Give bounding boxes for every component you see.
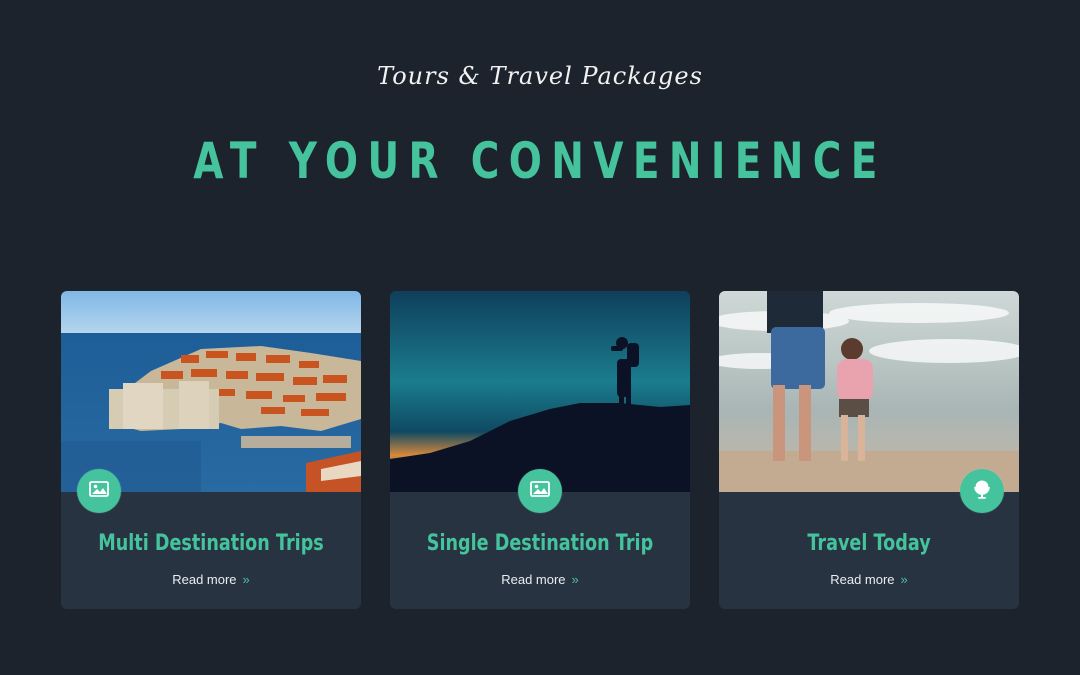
read-more-label[interactable]: Read more — [501, 572, 565, 587]
card-title[interactable]: Single Destination Trip — [420, 531, 660, 556]
page-title: AT YOUR CONVENIENCE — [193, 132, 887, 190]
read-more-label[interactable]: Read more — [830, 572, 894, 587]
card-title[interactable]: Multi Destination Trips — [91, 531, 331, 556]
read-more-label[interactable]: Read more — [172, 572, 236, 587]
eyebrow-heading: Tours & Travel Packages — [377, 62, 703, 90]
image-icon — [528, 477, 552, 506]
globe-icon — [970, 477, 994, 506]
card-single-destination[interactable]: Single Destination Trip Read more » — [390, 291, 690, 609]
card-multi-destination[interactable]: Multi Destination Trips Read more » — [61, 291, 361, 609]
read-more-link[interactable]: Read more » — [61, 572, 361, 587]
card-image-beach-family — [719, 291, 1019, 492]
chevron-right-icon: » — [242, 572, 250, 587]
card-title[interactable]: Travel Today — [749, 531, 989, 556]
read-more-link[interactable]: Read more » — [390, 572, 690, 587]
chevron-right-icon: » — [571, 572, 579, 587]
card-travel-today[interactable]: Travel Today Read more » — [719, 291, 1019, 609]
card-badge — [518, 469, 562, 513]
card-badge — [960, 469, 1004, 513]
card-image-coastal-town — [61, 291, 361, 492]
image-icon — [87, 477, 111, 506]
card-image-hiker-silhouette — [390, 291, 690, 492]
card-badge — [77, 469, 121, 513]
chevron-right-icon: » — [900, 572, 908, 587]
read-more-link[interactable]: Read more » — [719, 572, 1019, 587]
